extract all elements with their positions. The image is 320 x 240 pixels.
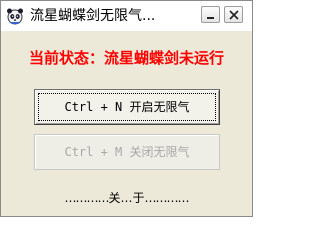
enable-infinite-qi-button[interactable]: Ctrl + N 开启无限气 — [34, 89, 220, 125]
about-left-dots: ………… — [64, 191, 109, 205]
minimize-button[interactable] — [201, 6, 220, 23]
about-right-dots: ………… — [144, 191, 190, 205]
about-label: 关…于 — [108, 191, 145, 205]
minimize-icon — [207, 17, 214, 19]
status-label: 当前状态：流星蝴蝶剑未运行 — [28, 49, 224, 67]
panda-icon[interactable] — [6, 7, 24, 25]
close-icon — [229, 10, 239, 20]
client-area: 当前状态：流星蝴蝶剑未运行 Ctrl + N 开启无限气 Ctrl + M 关闭… — [1, 31, 252, 216]
disable-infinite-qi-button[interactable]: Ctrl + M 关闭无限气 — [34, 134, 220, 170]
app-window: 流星蝴蝶剑无限气... 当前状态：流星蝴蝶剑未运行 Ctrl + N 开启无限气… — [0, 0, 253, 217]
close-button[interactable] — [224, 6, 243, 23]
about-link[interactable]: …………关…于………… — [1, 189, 252, 206]
title-bar[interactable]: 流星蝴蝶剑无限气... — [1, 1, 252, 31]
window-title: 流星蝴蝶剑无限气... — [30, 8, 156, 24]
